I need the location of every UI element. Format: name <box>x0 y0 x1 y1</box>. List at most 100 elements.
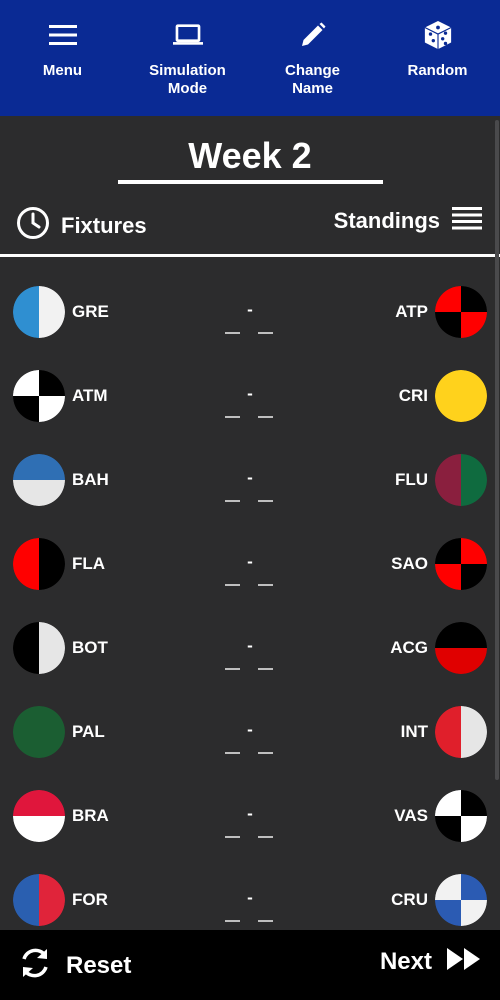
home-team-abbr: PAL <box>72 722 105 741</box>
home-score-input[interactable] <box>225 836 240 838</box>
home-team[interactable]: BRA <box>13 790 109 842</box>
away-team-abbr: SAO <box>391 554 428 573</box>
away-score-input[interactable] <box>258 920 273 922</box>
next-button[interactable]: Next <box>380 946 482 977</box>
standings-tab[interactable]: Standings <box>334 206 482 235</box>
away-team[interactable]: ATP <box>395 286 487 338</box>
match-row: GRE - ATP <box>0 270 500 354</box>
week-title: Week 2 <box>188 135 312 176</box>
random-button[interactable]: Random <box>375 0 500 116</box>
fixtures-list: GRE - ATP ATM - CRI BAH - FLU FLA - SAO … <box>0 270 500 942</box>
away-score-input[interactable] <box>258 836 273 838</box>
away-team-crest <box>435 790 487 842</box>
home-team[interactable]: ATM <box>13 370 108 422</box>
home-team[interactable]: GRE <box>13 286 109 338</box>
match-row: FLA - SAO <box>0 522 500 606</box>
away-team[interactable]: FLU <box>395 454 487 506</box>
home-team-abbr: GRE <box>72 302 109 321</box>
fixtures-tab[interactable]: Fixtures <box>16 206 147 245</box>
change-name-button[interactable]: Change Name <box>250 0 375 116</box>
list-icon <box>452 206 482 235</box>
fixtures-label: Fixtures <box>61 212 147 238</box>
view-tabs: Fixtures Standings <box>0 200 500 246</box>
away-team[interactable]: VAS <box>394 790 487 842</box>
home-score-input[interactable] <box>225 332 240 334</box>
away-team-crest <box>435 622 487 674</box>
scrollbar[interactable] <box>495 120 499 780</box>
menu-button[interactable]: Menu <box>0 0 125 116</box>
dice-icon <box>423 20 453 50</box>
match-row: BRA - VAS <box>0 774 500 858</box>
away-score-input[interactable] <box>258 668 273 670</box>
match-row: ATM - CRI <box>0 354 500 438</box>
random-label: Random <box>407 62 468 79</box>
home-score-input[interactable] <box>225 668 240 670</box>
home-team-crest <box>13 874 65 926</box>
away-team-crest <box>435 454 487 506</box>
score-separator: - <box>247 720 253 739</box>
score-separator: - <box>247 384 253 403</box>
home-team-abbr: BAH <box>72 470 109 489</box>
away-team[interactable]: CRI <box>399 370 487 422</box>
home-score-input[interactable] <box>225 500 240 502</box>
match-row: PAL - INT <box>0 690 500 774</box>
refresh-icon <box>18 946 52 985</box>
fast-forward-icon <box>446 946 482 977</box>
simulation-mode-button[interactable]: Simulation Mode <box>125 0 250 116</box>
home-team-crest <box>13 454 65 506</box>
home-team-abbr: BRA <box>72 806 109 825</box>
home-team-crest <box>13 622 65 674</box>
score-separator: - <box>247 804 253 823</box>
score-entry: - <box>220 384 280 420</box>
away-team-crest <box>435 538 487 590</box>
laptop-icon <box>172 20 203 50</box>
home-team[interactable]: BAH <box>13 454 109 506</box>
score-separator: - <box>247 468 253 487</box>
score-separator: - <box>247 636 253 655</box>
bottom-bar: Reset Next <box>0 930 500 1000</box>
away-team-crest <box>435 370 487 422</box>
home-team[interactable]: PAL <box>13 706 105 758</box>
score-separator: - <box>247 552 253 571</box>
away-team-abbr: ATP <box>395 302 428 321</box>
away-team[interactable]: CRU <box>391 874 487 926</box>
home-team[interactable]: FOR <box>13 874 108 926</box>
score-entry: - <box>220 468 280 504</box>
home-team-abbr: FLA <box>72 554 106 573</box>
score-entry: - <box>220 636 280 672</box>
menu-label: Menu <box>42 62 83 79</box>
home-team-crest <box>13 790 65 842</box>
away-score-input[interactable] <box>258 416 273 418</box>
menu-icon <box>48 20 78 50</box>
away-team[interactable]: INT <box>401 706 487 758</box>
match-row: BAH - FLU <box>0 438 500 522</box>
away-score-input[interactable] <box>258 584 273 586</box>
home-score-input[interactable] <box>225 584 240 586</box>
score-entry: - <box>220 804 280 840</box>
home-score-input[interactable] <box>225 920 240 922</box>
home-team-crest <box>13 370 65 422</box>
away-team-crest <box>435 706 487 758</box>
away-team-abbr: INT <box>400 722 428 741</box>
score-entry: - <box>220 720 280 756</box>
home-team-crest <box>13 706 65 758</box>
score-separator: - <box>247 300 253 319</box>
home-score-input[interactable] <box>225 416 240 418</box>
score-entry: - <box>220 300 280 336</box>
away-score-input[interactable] <box>258 500 273 502</box>
reset-label: Reset <box>66 951 132 979</box>
home-team[interactable]: FLA <box>13 538 105 590</box>
pencil-icon <box>298 20 328 50</box>
reset-button[interactable]: Reset <box>18 946 131 985</box>
away-score-input[interactable] <box>258 332 273 334</box>
away-team[interactable]: ACG <box>390 622 487 674</box>
away-team[interactable]: SAO <box>391 538 487 590</box>
home-team-crest <box>13 538 65 590</box>
home-score-input[interactable] <box>225 752 240 754</box>
away-team-abbr: FLU <box>394 470 428 489</box>
score-entry: - <box>220 552 280 588</box>
away-score-input[interactable] <box>258 752 273 754</box>
away-team-abbr: ACG <box>390 638 428 657</box>
home-team[interactable]: BOT <box>13 622 108 674</box>
away-team-abbr: VAS <box>394 806 428 825</box>
